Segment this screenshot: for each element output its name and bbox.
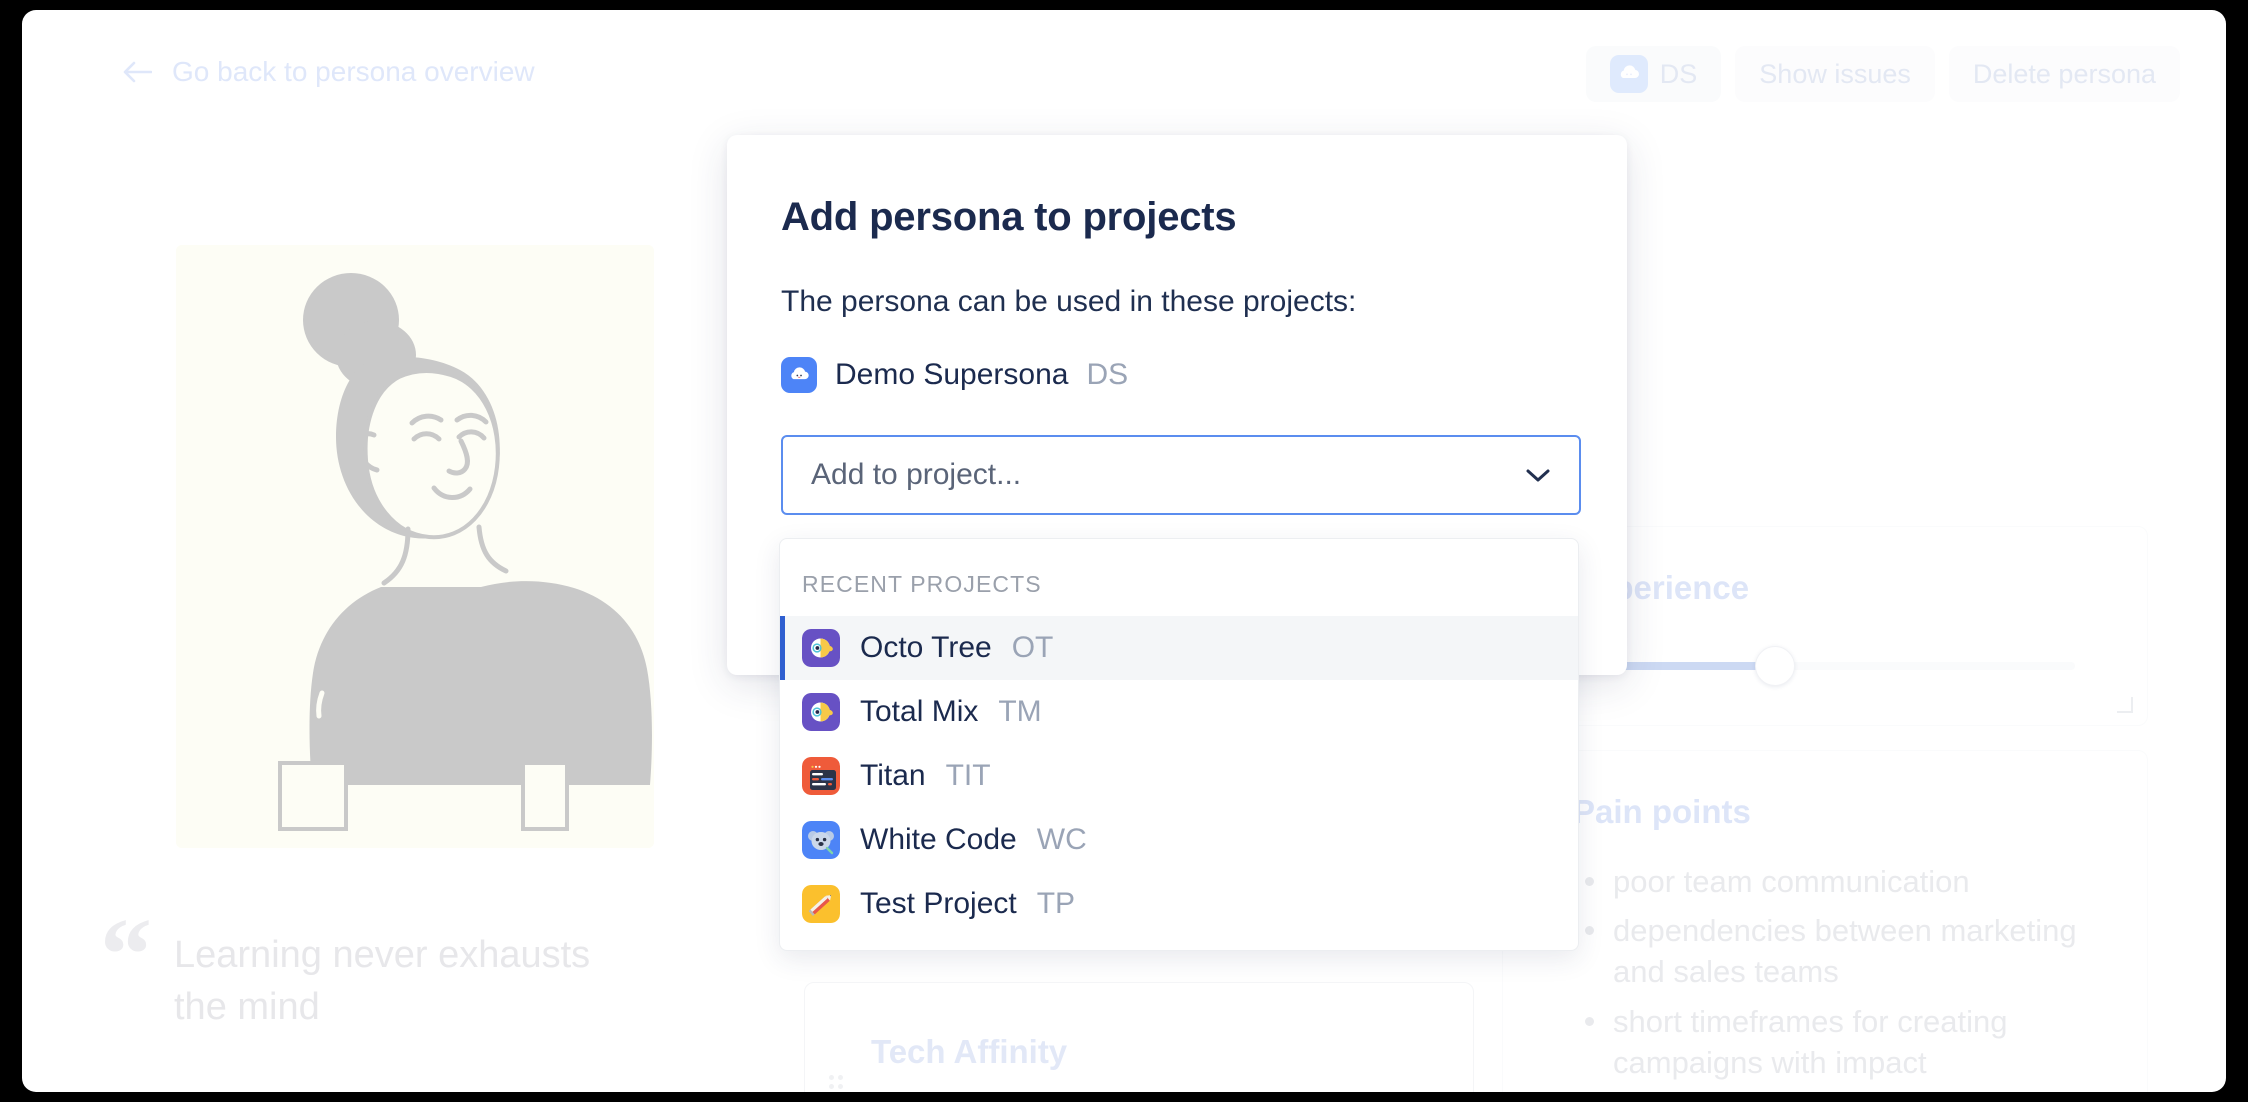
browser-code-icon bbox=[802, 757, 840, 795]
assigned-project-row: Demo Supersona DS bbox=[781, 357, 1128, 393]
persona-ds-chip[interactable]: DS bbox=[1585, 46, 1722, 102]
delete-persona-label: Delete persona bbox=[1972, 58, 2156, 89]
cloud-persona-icon bbox=[1609, 55, 1648, 93]
list-item: poor team communication bbox=[1579, 861, 2119, 902]
drag-dots-icon[interactable] bbox=[829, 1075, 845, 1092]
add-to-project-placeholder: Add to project... bbox=[811, 458, 1022, 491]
delete-persona-button[interactable]: Delete persona bbox=[1948, 46, 2180, 102]
dropdown-item-abbr: TM bbox=[998, 695, 1042, 728]
recent-projects-label: RECENT PROJECTS bbox=[802, 571, 1042, 597]
pain-points-title: Pain points bbox=[1573, 793, 1751, 830]
topbar-actions: DS Show issues Delete persona bbox=[1585, 46, 2180, 102]
assigned-project-name: Demo Supersona bbox=[835, 358, 1069, 391]
resize-corner-icon[interactable] bbox=[2117, 697, 2133, 713]
dropdown-item-name: Octo Tree bbox=[860, 631, 992, 664]
go-back-label: Go back to persona overview bbox=[172, 56, 535, 87]
show-issues-button[interactable]: Show issues bbox=[1735, 46, 1935, 102]
persona-woman-illustration bbox=[176, 245, 654, 848]
dropdown-item-white-code[interactable]: White Code WC bbox=[780, 808, 1578, 872]
pain-points-list: poor team communication dependencies bet… bbox=[1579, 861, 2119, 1091]
experience-slider[interactable] bbox=[1573, 646, 2075, 686]
dropdown-item-abbr: OT bbox=[1011, 631, 1054, 664]
go-back-link[interactable]: Go back to persona overview bbox=[122, 56, 535, 88]
dropdown-item-titan[interactable]: Titan TIT bbox=[780, 744, 1578, 808]
dropdown-item-name: Titan bbox=[860, 759, 926, 792]
dropdown-item-name: Total Mix bbox=[860, 695, 979, 728]
quote-mark-icon: “ bbox=[100, 897, 152, 1012]
dropdown-item-test-project[interactable]: Test Project TP bbox=[780, 872, 1578, 936]
parrot-icon bbox=[802, 693, 840, 731]
dropdown-item-octo-tree[interactable]: Octo Tree OT bbox=[780, 616, 1578, 680]
modal-subtitle: The persona can be used in these project… bbox=[781, 285, 1357, 318]
tech-affinity-card: Tech Affinity bbox=[804, 982, 1474, 1092]
persona-quote: “ Learning never exhausts the mind bbox=[100, 897, 640, 1034]
dropdown-item-name: Test Project bbox=[860, 887, 1017, 920]
pencil-icon bbox=[802, 885, 840, 923]
cloud-persona-icon bbox=[781, 357, 817, 393]
quote-text: Learning never exhausts the mind bbox=[174, 934, 591, 1029]
parrot-icon bbox=[802, 629, 840, 667]
assigned-project-abbr: DS bbox=[1086, 358, 1129, 391]
dropdown-item-total-mix[interactable]: Total Mix TM bbox=[780, 680, 1578, 744]
device-bezel: Go back to persona overview DS Show issu… bbox=[0, 0, 2248, 1102]
recent-projects-dropdown: RECENT PROJECTS Octo Tree OT Total Mix T… bbox=[779, 538, 1579, 951]
modal-title: Add persona to projects bbox=[781, 195, 1237, 239]
top-bar: Go back to persona overview DS Show issu… bbox=[22, 10, 2226, 122]
add-to-project-select[interactable]: Add to project... bbox=[781, 435, 1581, 515]
tech-affinity-title: Tech Affinity bbox=[871, 1033, 1068, 1070]
dropdown-item-name: White Code bbox=[860, 823, 1017, 856]
dropdown-item-abbr: TP bbox=[1036, 887, 1076, 920]
persona-ds-label: DS bbox=[1659, 58, 1698, 89]
pain-points-card: Pain points poor team communication depe… bbox=[1502, 750, 2148, 1092]
chevron-down-icon[interactable] bbox=[1525, 467, 1551, 483]
koala-icon bbox=[802, 821, 840, 859]
list-item: dependencies between marketing and sales… bbox=[1579, 910, 2119, 992]
list-item: short timeframes for creating campaigns … bbox=[1579, 1001, 2119, 1083]
show-issues-label: Show issues bbox=[1759, 58, 1911, 89]
dropdown-item-abbr: WC bbox=[1036, 823, 1087, 856]
dropdown-item-abbr: TIT bbox=[945, 759, 991, 792]
app-canvas: Go back to persona overview DS Show issu… bbox=[22, 10, 2226, 1092]
arrow-left-icon bbox=[122, 59, 152, 85]
experience-slider-knob[interactable] bbox=[1755, 646, 1795, 686]
